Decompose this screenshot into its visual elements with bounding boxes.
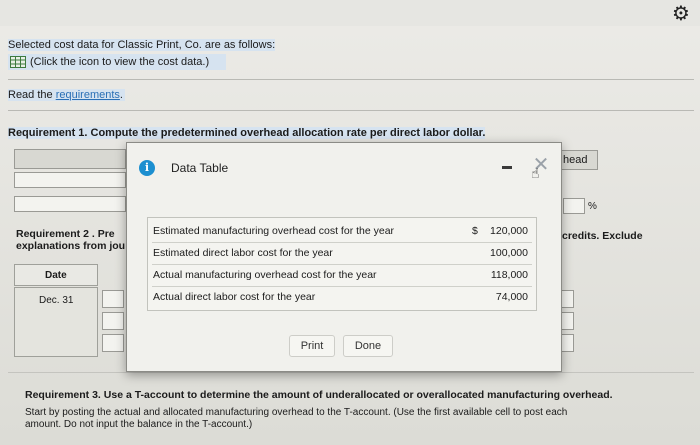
requirement2-title: Requirement 2 . Pre [16, 228, 115, 240]
read-suffix: . [119, 89, 123, 101]
date-value: Dec. 31 [39, 295, 74, 306]
req1-header-cell: head [560, 150, 598, 170]
row-label: Actual direct labor cost for the year [153, 291, 316, 303]
table-row: Actual manufacturing overhead cost for t… [148, 264, 536, 286]
divider [8, 110, 694, 111]
row-label: Estimated manufacturing overhead cost fo… [153, 225, 395, 237]
read-prefix: Read the [8, 89, 56, 101]
divider [8, 372, 694, 373]
modal-header: i Data Table ✕ ☝ [127, 143, 561, 189]
pointer-cursor-icon: ☝ [531, 166, 540, 182]
read-requirements: Read the requirements. [8, 89, 125, 101]
view-data-row: (Click the icon to view the cost data.) [8, 54, 226, 70]
row-label: Estimated direct labor cost for the year [153, 247, 333, 259]
row-value: 100,000 [490, 247, 528, 259]
table-grid-icon[interactable] [10, 56, 26, 68]
table-row: Estimated manufacturing overhead cost fo… [148, 220, 536, 242]
table-row: Estimated direct labor cost for the year… [148, 242, 536, 264]
row-value: 74,000 [495, 291, 528, 303]
row-value: 120,000 [490, 225, 528, 237]
percent-sign: % [588, 201, 597, 212]
intro-text: Selected cost data for Classic Print, Co… [8, 39, 276, 51]
print-button[interactable]: Print [289, 335, 335, 357]
gear-icon[interactable]: ⚙ [670, 2, 692, 24]
minimize-button[interactable] [502, 166, 512, 169]
info-icon: i [139, 160, 155, 176]
data-table-modal: i Data Table ✕ ☝ Estimated manufacturing… [126, 142, 562, 372]
date-header: Date [45, 270, 67, 281]
cost-data-table: Estimated manufacturing overhead cost fo… [147, 217, 537, 311]
modal-title: Data Table [171, 161, 229, 175]
journal-account-input-3[interactable] [102, 334, 124, 352]
row-value: 118,000 [490, 269, 528, 281]
rate-input[interactable] [563, 198, 585, 214]
journal-account-input[interactable] [102, 290, 124, 308]
req1-right-label: head [563, 154, 588, 166]
requirement3-title: Requirement 3. Use a T-account to determ… [25, 389, 613, 401]
req1-input-left-2[interactable] [14, 196, 126, 212]
row-label: Actual manufacturing overhead cost for t… [153, 269, 377, 281]
view-data-link[interactable]: (Click the icon to view the cost data.) [30, 56, 209, 68]
divider [8, 79, 694, 80]
done-button[interactable]: Done [343, 335, 393, 357]
requirement2-right-text: credits. Exclude [562, 230, 643, 242]
requirement3-line3: amount. Do not input the balance in the … [25, 419, 253, 430]
req1-input-left[interactable] [14, 172, 126, 188]
requirements-link[interactable]: requirements [56, 89, 120, 101]
journal-date-header: Date [14, 264, 98, 286]
requirement1-title: Requirement 1. Compute the predetermined… [8, 127, 486, 139]
journal-account-input-2[interactable] [102, 312, 124, 330]
row-currency: $ [472, 225, 478, 237]
journal-date-cell: Dec. 31 [14, 287, 98, 357]
top-bar: ⚙ [0, 0, 700, 26]
table-row: Actual direct labor cost for the year 74… [148, 286, 536, 308]
requirement3-line2: Start by posting the actual and allocate… [25, 407, 568, 418]
requirement2-explanations: explanations from jou [16, 240, 126, 252]
req1-formula-cell[interactable] [14, 149, 126, 169]
